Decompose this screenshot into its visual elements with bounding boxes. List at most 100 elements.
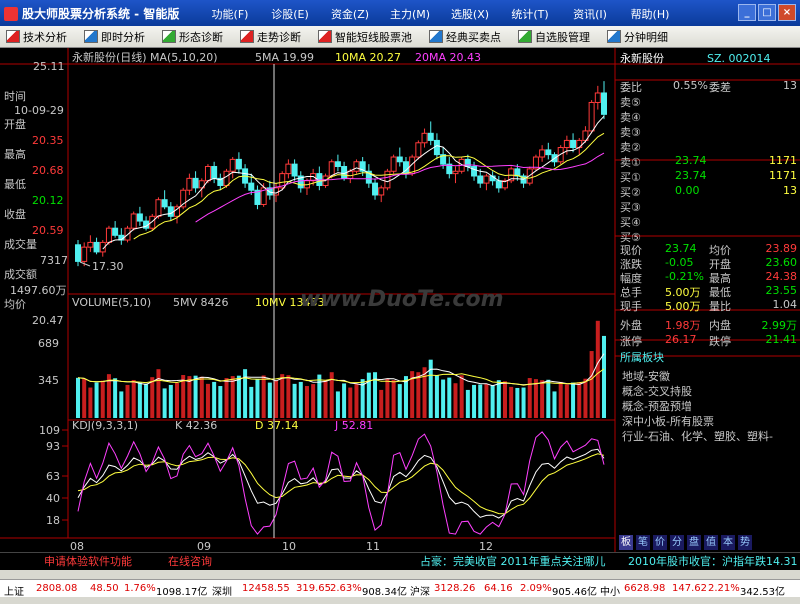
buy-row-3: 买④ [617,213,800,229]
side-tab-5[interactable]: 值 [704,535,718,550]
volume-bar [533,379,538,418]
menu-item-6[interactable]: 资讯(I) [560,6,620,22]
sz-pct: 2.63% [330,583,362,594]
waipan-row: 外盘 1.98万 内盘 2.99万 [617,316,800,332]
avg-value: 20.47 [32,314,64,327]
neipan-label: 内盘 [709,319,731,332]
volume-bar [218,386,223,418]
kdj-axis-label: 63 [46,470,60,483]
menu-item-4[interactable]: 选股(X) [440,6,500,22]
candle-body [390,156,397,172]
waipan-label: 外盘 [620,319,642,332]
buy-row-2: 买③ [617,198,800,214]
sh-label: 上证 [4,587,24,597]
volume-bar [304,386,309,418]
volume-bar [280,374,285,418]
toolbar-button-1[interactable]: 即时分析 [84,29,145,45]
menu-item-0[interactable]: 功能(F) [200,6,260,22]
menu-item-7[interactable]: 帮助(H) [620,6,680,22]
volume-header: VOLUME(5,10) [72,296,151,309]
side-tab-6[interactable]: 本 [721,535,735,550]
amount-label: 成交额 [4,268,37,281]
ticker-apply-link[interactable]: 申请体验软件功能 [44,555,132,568]
volume-bar [199,376,204,418]
toolbar-button-7[interactable]: 分钟明细 [607,29,668,45]
volume-bar [317,374,322,418]
stat-value-2: 24.38 [765,270,798,283]
side-tab-1[interactable]: 笔 [636,535,650,550]
stat-row-4: 现手 5.00万 量比 1.04 [617,297,800,313]
menu-item-3[interactable]: 主力(M) [380,6,440,22]
toolbar-button-0[interactable]: 技术分析 [6,29,67,45]
toolbar-button-4[interactable]: 智能短线股票池 [318,29,412,45]
candle-body [594,92,601,103]
toolbar-button-2[interactable]: 形态诊断 [162,29,223,45]
candle-body [291,163,298,177]
open-value: 20.35 [32,134,64,147]
candle-body [192,177,199,189]
volume-bar [76,377,80,418]
side-tab-7[interactable]: 势 [738,535,752,550]
side-tab-0[interactable]: 板 [619,535,633,550]
time-label: 时间 [4,90,26,103]
zx-amount: 342.53亿 [740,587,785,597]
candle-body [105,227,112,243]
ticker-consult-link[interactable]: 在线咨询 [168,555,212,568]
volume-bar [119,391,124,418]
maximize-button[interactable]: □ [758,4,776,21]
sz-amount: 908.34亿 [362,587,407,597]
ticker-news-2[interactable]: 2010年股市收官：沪指年跌14.31 [628,555,797,568]
toolbar-label: 分钟明细 [624,30,668,44]
volume-value: 7317 [40,254,68,267]
candle-body [167,206,174,217]
candle-body [155,199,162,217]
toolbar-button-6[interactable]: 自选股管理 [518,29,590,45]
menu-item-5[interactable]: 统计(T) [500,6,560,22]
side-tab-4[interactable]: 盘 [687,535,701,550]
toolbar-button-3[interactable]: 走势诊断 [240,29,301,45]
volume-label: 成交量 [4,238,37,251]
candle-body [378,187,385,196]
sector-row-0: 地域-安徽 [617,367,800,383]
ticker-news-1[interactable]: 占豪：完美收官 2011年重点关注哪儿 [420,555,606,568]
side-tab-3[interactable]: 分 [670,535,684,550]
zx-change: 147.62 [672,583,707,594]
kdj-axis-label: 93 [46,440,60,453]
volume-bar [546,379,551,418]
volume-bar [193,375,198,418]
volume-bar [298,381,303,418]
volume-bar [249,386,254,418]
volume-bar [577,382,582,418]
low-marker: 17.30 [92,260,124,273]
volume-bar [391,379,396,418]
toolbar-icon [162,30,176,43]
close-button[interactable]: × [778,4,796,21]
stat-value-2: 23.55 [765,284,798,297]
menu-item-2[interactable]: 资金(Z) [320,6,380,22]
buy-volume: 13 [783,184,797,197]
hs-change: 64.16 [484,583,513,594]
volume-bar [509,386,514,418]
minimize-button[interactable]: _ [738,4,756,21]
side-tab-2[interactable]: 价 [653,535,667,550]
menu-item-1[interactable]: 诊股(E) [260,6,320,22]
volume-bar [583,378,588,418]
candle-body [427,132,434,141]
candle-body [328,161,335,177]
high-value: 20.68 [32,164,64,177]
ma5-value: 5MA 19.99 [255,51,314,64]
candle-body [601,92,607,115]
x-axis-label: 12 [479,540,493,552]
toolbar-label: 智能短线股票池 [335,30,412,44]
stat-row-0: 现价 23.74 均价 23.89 [617,241,800,257]
candle-body [421,132,428,144]
volume-bar [261,375,266,418]
toolbar-label: 走势诊断 [257,30,301,44]
zx-value: 6628.98 [624,583,666,594]
toolbar-button-5[interactable]: 经典买卖点 [429,29,501,45]
volume-bar [496,380,501,418]
volume-bar [168,384,173,418]
x-axis-label: 08 [70,540,84,552]
volume-bar [552,391,557,418]
candle-body [396,156,403,163]
